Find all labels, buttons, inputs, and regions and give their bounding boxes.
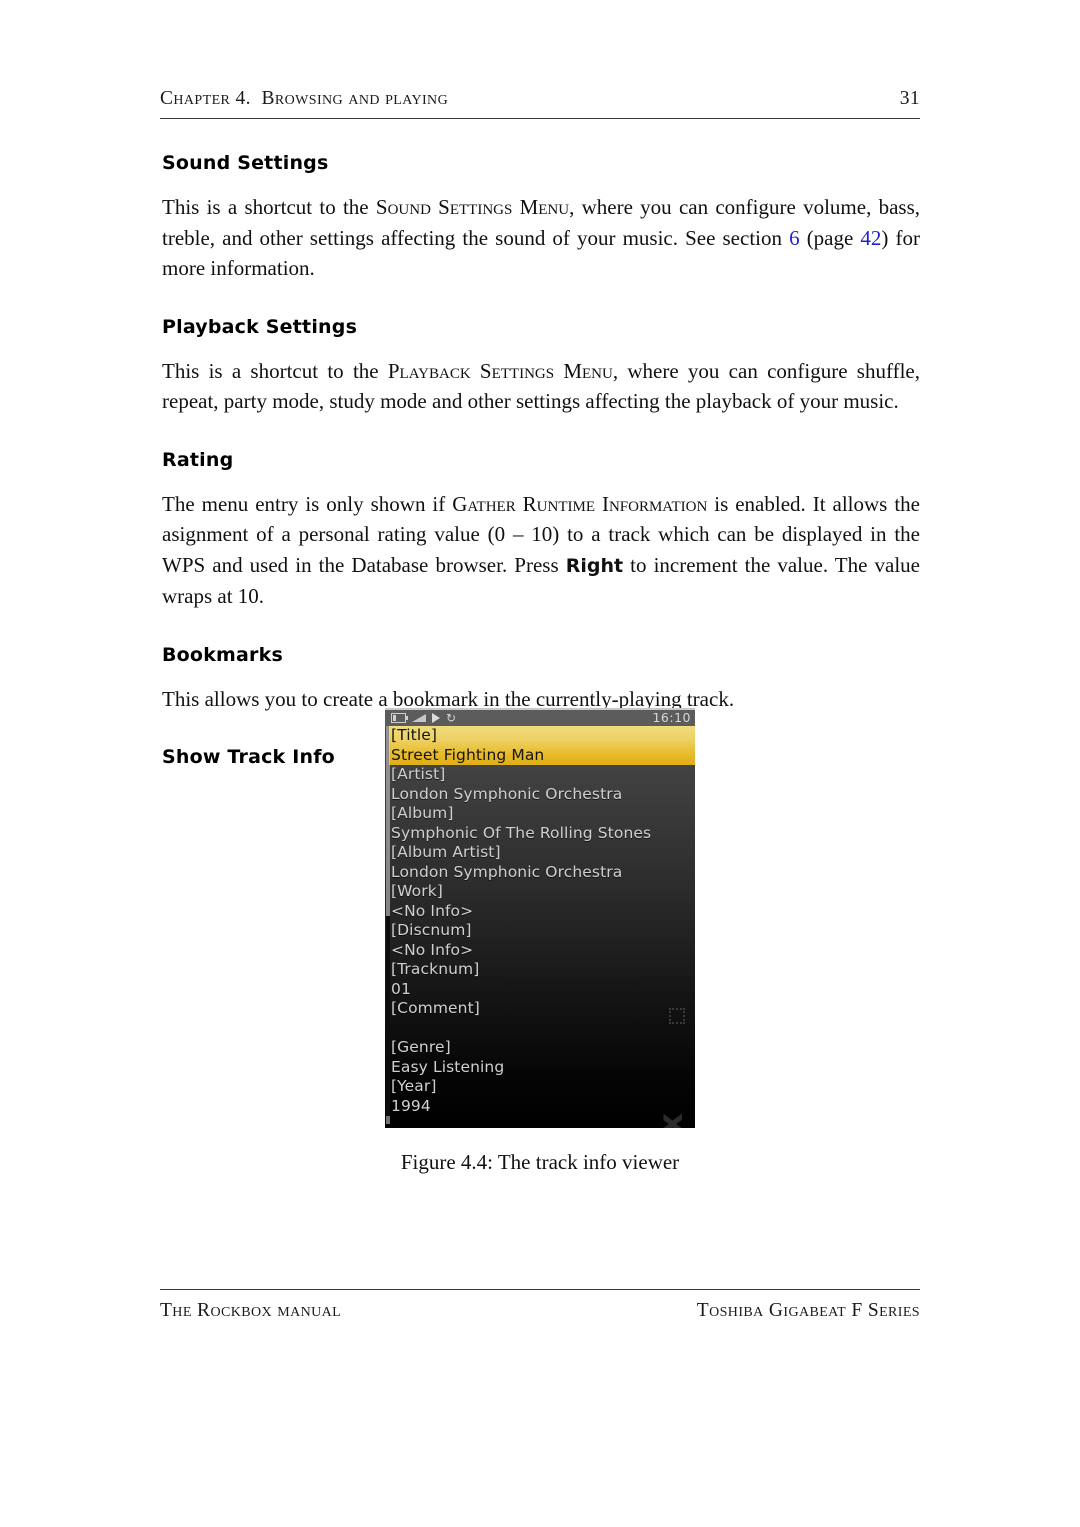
track-info-list: [Title] Street Fighting Man [Artist] London… <box>391 726 695 1116</box>
heading-playback-settings: Playback Settings <box>162 315 358 338</box>
track-info-row[interactable]: [Album Artist] <box>391 843 695 863</box>
track-info-row[interactable]: [Artist] <box>391 765 695 785</box>
ss-text-1: This is a shortcut to the <box>162 195 376 219</box>
heading-rating: Rating <box>162 448 234 471</box>
rt-text-1: The menu entry is only shown if <box>162 491 453 516</box>
screen-top-edge <box>385 708 695 710</box>
paragraph-sound-settings: This is a shortcut to the Sound Settings… <box>162 192 920 284</box>
play-icon <box>432 713 440 723</box>
ss-menu-name: Sound Settings Menu <box>375 195 570 219</box>
track-info-row[interactable]: Easy Listening <box>391 1058 695 1078</box>
device-statusbar: ↻ 16:10 <box>385 710 695 726</box>
track-info-row[interactable]: [Tracknum] <box>391 960 695 980</box>
track-info-row[interactable]: [Comment] <box>391 999 695 1019</box>
volume-icon <box>412 714 426 722</box>
ss-text-3: (page <box>799 225 861 250</box>
track-info-row[interactable]: 1994 <box>391 1097 695 1117</box>
scrollbar-thumb[interactable] <box>386 916 390 1116</box>
footer-right: Toshiba Gigabeat F Series <box>696 1300 920 1321</box>
battery-icon <box>391 713 408 723</box>
paragraph-playback-settings: This is a shortcut to the Playback Setti… <box>162 356 920 417</box>
track-info-row[interactable]: <No Info> <box>391 941 695 961</box>
device-screenshot: ↻ 16:10 ROCKbox [Title]Street Fighting M… <box>385 708 695 1128</box>
track-info-row[interactable]: 01 <box>391 980 695 1000</box>
ps-menu-name: Playback Settings Menu <box>387 358 613 383</box>
footer-rule <box>160 1289 920 1290</box>
track-info-row[interactable]: London Symphonic Orchestra <box>391 863 695 883</box>
repeat-icon: ↻ <box>446 711 457 725</box>
link-section-6[interactable]: 6 <box>789 226 800 250</box>
track-info-row[interactable]: [Album] <box>391 804 695 824</box>
chapter-title: Chapter 4. Browsing and playing <box>160 88 449 109</box>
track-info-row[interactable]: <No Info> <box>391 902 695 922</box>
track-info-row[interactable]: Street Fighting Man <box>391 746 695 766</box>
figure-caption: Figure 4.4: The track info viewer <box>400 1150 680 1174</box>
track-info-row[interactable]: Symphonic Of The Rolling Stones <box>391 824 695 844</box>
page-number: 31 <box>899 88 920 109</box>
rockbox-watermark: ROCKbox <box>651 1114 691 1128</box>
document-page: Chapter 4. Browsing and playing 31 Sound… <box>0 0 1080 1527</box>
track-info-row[interactable]: [Discnum] <box>391 921 695 941</box>
figure-track-info: ↻ 16:10 ROCKbox [Title]Street Fighting M… <box>0 708 1080 1175</box>
heading-sound-settings: Sound Settings <box>162 152 329 174</box>
page-footer: The Rockbox manual Toshiba Gigabeat F Se… <box>160 1300 920 1322</box>
device-screen: ↻ 16:10 ROCKbox [Title]Street Fighting M… <box>385 708 695 1128</box>
statusbar-clock: 16:10 <box>652 710 691 725</box>
link-page-42[interactable]: 42 <box>860 226 881 250</box>
heading-bookmarks: Bookmarks <box>162 643 283 666</box>
header-rule <box>160 118 920 119</box>
page-content: Sound Settings This is a shortcut to the… <box>162 152 920 786</box>
ps-text-1: This is a shortcut to the <box>162 358 388 383</box>
track-info-row[interactable]: London Symphonic Orchestra <box>391 785 695 805</box>
track-info-row[interactable] <box>391 1019 695 1039</box>
track-info-row[interactable]: [Year] <box>391 1077 695 1097</box>
track-info-row[interactable]: [Title] <box>391 726 695 746</box>
rt-setting-name: Gather Runtime Information <box>452 491 708 516</box>
track-info-row[interactable]: [Genre] <box>391 1038 695 1058</box>
statusbar-icon-group: ↻ <box>391 711 456 725</box>
paragraph-rating: The menu entry is only shown if Gather R… <box>162 489 920 612</box>
track-info-row[interactable]: [Work] <box>391 882 695 902</box>
footer-left: The Rockbox manual <box>160 1300 342 1321</box>
page-header: Chapter 4. Browsing and playing 31 <box>160 88 920 122</box>
rt-key-name: Right <box>565 554 624 577</box>
